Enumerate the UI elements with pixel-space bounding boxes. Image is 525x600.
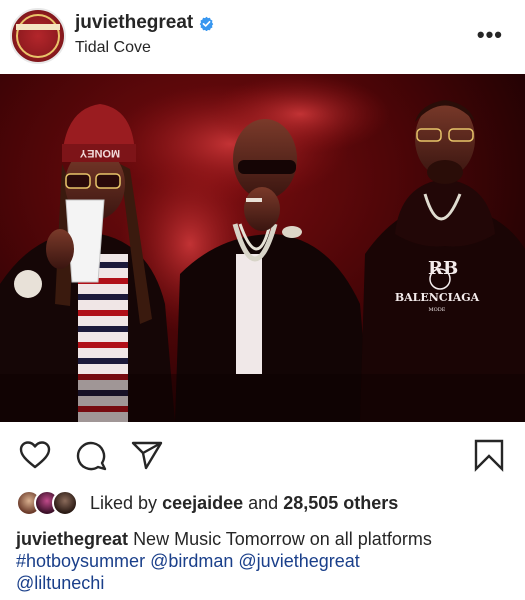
caption-mention-juviethegreat[interactable]: @juviethegreat [238, 551, 359, 571]
avatar-ring [16, 14, 60, 58]
verified-badge-icon [199, 16, 214, 31]
photo-illustration: MONEY RB BALENCIAGA MODE [0, 74, 525, 422]
caption-mention-liltunechi[interactable]: @liltunechi [16, 573, 104, 593]
likes-middle: and [248, 492, 279, 513]
share-icon[interactable] [130, 438, 164, 472]
likes-prefix: Liked by [90, 492, 158, 513]
username-row: juviethegreat [75, 12, 214, 34]
caption-text: New Music Tomorrow on all platforms [133, 529, 432, 549]
post-actions [0, 430, 525, 480]
likes-others[interactable]: 28,505 others [283, 493, 398, 513]
post-caption: juviethegreat New Music Tomorrow on all … [16, 528, 516, 594]
post-username[interactable]: juviethegreat [75, 12, 193, 34]
caption-username[interactable]: juviethegreat [16, 529, 128, 549]
more-options-icon[interactable]: ••• [477, 22, 503, 48]
hoodie-brand: BALENCIAGA [395, 291, 480, 304]
liker-avatar [52, 490, 78, 516]
likes-text: Liked by ceejaidee and 28,505 others [90, 493, 398, 514]
caption-mention-birdman[interactable]: @birdman [150, 551, 233, 571]
caption-hashtag[interactable]: #hotboysummer [16, 551, 145, 571]
likes-user[interactable]: ceejaidee [162, 493, 243, 513]
post-location[interactable]: Tidal Cove [75, 39, 151, 57]
hoodie-logo: RB [428, 258, 458, 279]
heart-icon[interactable] [18, 438, 52, 472]
comment-icon[interactable] [74, 438, 108, 472]
hoodie-sub: MODE [429, 307, 446, 313]
person-right: RB BALENCIAGA MODE [360, 100, 525, 422]
hat-text: MONEY [79, 147, 120, 159]
profile-avatar[interactable] [10, 8, 66, 64]
post-photo[interactable]: MONEY RB BALENCIAGA MODE [0, 74, 525, 422]
avatar-banner [16, 24, 60, 30]
bookmark-icon[interactable] [472, 438, 506, 472]
likes-row: Liked by ceejaidee and 28,505 others [16, 490, 398, 516]
liker-avatars[interactable] [16, 490, 84, 516]
post-header: juviethegreat Tidal Cove ••• [0, 0, 525, 72]
